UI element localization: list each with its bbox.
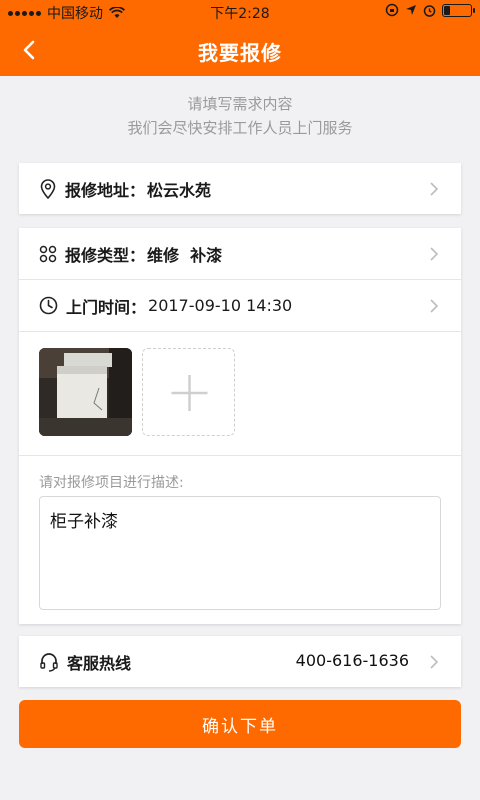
address-row[interactable]: 报修地址： 松云水苑 bbox=[19, 163, 461, 214]
chevron-right-icon bbox=[430, 247, 439, 261]
hotline-label: 客服热线 bbox=[67, 653, 132, 673]
status-right bbox=[385, 3, 475, 17]
alarm-icon bbox=[423, 4, 436, 17]
address-value: 松云水苑 bbox=[147, 180, 212, 200]
chevron-right-icon bbox=[430, 655, 439, 669]
clock-icon bbox=[39, 296, 58, 315]
plus-icon bbox=[171, 375, 208, 411]
repair-type-row[interactable]: 报修类型： 维修 补漆 bbox=[19, 228, 461, 279]
hotline-number: 400-616-1636 bbox=[295, 651, 409, 670]
confirm-order-button[interactable]: 确认下单 bbox=[19, 700, 461, 748]
location-pin-icon bbox=[40, 178, 56, 199]
visit-time-value: 2017-09-10 14:30 bbox=[148, 296, 293, 315]
visit-time-label: 上门时间： bbox=[66, 297, 147, 317]
chevron-right-icon bbox=[430, 299, 439, 313]
intro-line-1: 请填写需求内容 bbox=[187, 95, 293, 113]
nav-bar: 我要报修 bbox=[0, 24, 480, 76]
intro-line-2: 我们会尽快安排工作人员上门服务 bbox=[127, 119, 353, 137]
intro-text: 请填写需求内容 我们会尽快安排工作人员上门服务 bbox=[0, 92, 480, 140]
hotline-row[interactable]: 客服热线 400-616-1636 bbox=[19, 636, 461, 687]
photo-image bbox=[39, 348, 132, 436]
chevron-right-icon bbox=[430, 182, 439, 196]
rotation-lock-icon bbox=[385, 3, 399, 17]
location-icon bbox=[406, 5, 416, 15]
address-label: 报修地址： bbox=[65, 180, 146, 200]
description-section: 请对报修项目进行描述: 柜子补漆 bbox=[19, 456, 461, 624]
headset-icon bbox=[40, 652, 58, 672]
repair-type-value: 维修 补漆 bbox=[147, 245, 223, 265]
repair-type-label: 报修类型： bbox=[65, 245, 146, 265]
grid-icon bbox=[39, 245, 57, 262]
address-card: 报修地址： 松云水苑 bbox=[19, 163, 461, 214]
page-title: 我要报修 bbox=[198, 41, 282, 65]
repair-form-card: 报修类型： 维修 补漆 上门时间： 2017-09-10 14:30 请对报修项… bbox=[19, 228, 461, 624]
description-textarea[interactable]: 柜子补漆 bbox=[39, 496, 441, 610]
add-photo-button[interactable] bbox=[142, 348, 235, 436]
uploaded-photo[interactable] bbox=[39, 348, 132, 436]
hotline-card: 客服热线 400-616-1636 bbox=[19, 636, 461, 687]
status-bar: 中国移动 下午2:28 bbox=[0, 0, 480, 24]
photo-section bbox=[19, 332, 461, 455]
visit-time-row[interactable]: 上门时间： 2017-09-10 14:30 bbox=[19, 280, 461, 331]
battery-icon bbox=[442, 3, 475, 17]
description-label: 请对报修项目进行描述: bbox=[39, 475, 184, 491]
